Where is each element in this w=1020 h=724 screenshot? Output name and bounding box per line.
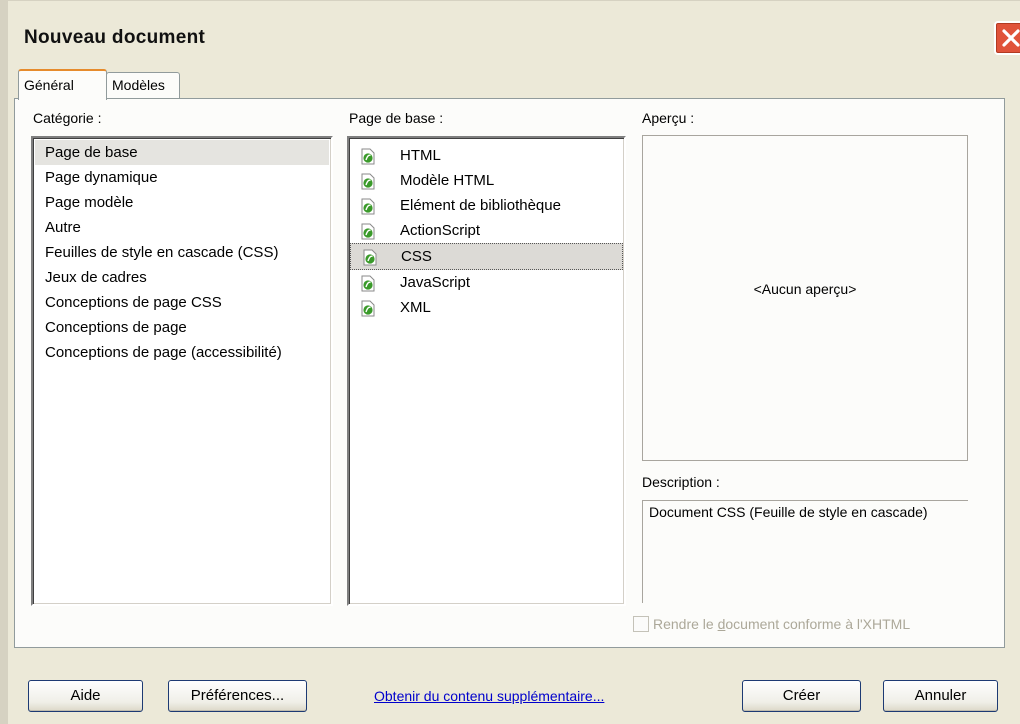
list-item[interactable]: ActionScript [349,218,624,243]
list-item[interactable]: Jeux de cadres [33,265,331,290]
file-icon [363,249,377,266]
description-box: Document CSS (Feuille de style en cascad… [642,500,968,603]
list-item[interactable]: Modèle HTML [349,168,624,193]
list-item[interactable]: Conceptions de page (accessibilité) [33,340,331,365]
more-content-link[interactable]: Obtenir du contenu supplémentaire... [374,688,604,704]
dialog-title: Nouveau document [24,27,206,48]
preview-placeholder: <Aucun aperçu> [753,281,857,297]
preferences-button[interactable]: Préférences... [168,680,307,712]
file-icon [361,148,375,165]
page-base-label: Page de base : [349,110,444,126]
list-item-label: CSS [401,248,432,265]
xhtml-checkbox-label: Rendre le document conforme à l'XHTML [653,616,910,632]
preview-label: Aperçu : [642,110,695,126]
file-icon [361,198,375,215]
xhtml-checkbox[interactable] [633,616,649,632]
xhtml-label-part: Rendre le [653,616,718,632]
list-item-label: XML [400,299,431,316]
xhtml-label-part: ocument conforme à l'XHTML [725,616,911,632]
file-icon [361,275,375,292]
list-item-label: JavaScript [400,274,471,291]
list-item[interactable]: Feuilles de style en cascade (CSS) [33,240,331,265]
list-item[interactable]: Conceptions de page [33,315,331,340]
list-item-label: Elément de bibliothèque [400,197,561,214]
list-item-label: Modèle HTML [400,172,495,189]
page-base-list[interactable]: HTML Modèle HTML Elément de bibliothèque… [347,136,626,606]
list-item-label: ActionScript [400,222,481,239]
list-item[interactable]: XML [349,295,624,320]
list-item[interactable]: HTML [349,143,624,168]
list-item[interactable]: Page dynamique [33,165,331,190]
tab-templates[interactable]: Modèles [106,72,180,98]
description-label: Description : [642,474,720,490]
list-item-label: HTML [400,147,441,164]
category-label: Catégorie : [33,110,102,126]
preview-pane: <Aucun aperçu> [642,135,968,461]
category-list[interactable]: Page de base Page dynamique Page modèle … [31,136,333,606]
cancel-button[interactable]: Annuler [883,680,998,712]
file-icon [361,223,375,240]
help-button[interactable]: Aide [28,680,143,712]
list-item[interactable]: Page de base [35,140,329,165]
list-item[interactable]: JavaScript [349,270,624,295]
close-icon [1002,29,1020,47]
list-item[interactable]: Autre [33,215,331,240]
file-icon [361,300,375,317]
list-item[interactable]: Elément de bibliothèque [349,193,624,218]
list-item[interactable]: Page modèle [33,190,331,215]
list-item[interactable]: Conceptions de page CSS [33,290,331,315]
title-bar: Nouveau document [8,1,1020,79]
tab-general[interactable]: Général [18,69,107,100]
close-button[interactable] [994,21,1020,55]
create-button[interactable]: Créer [742,680,861,712]
list-item-selected[interactable]: CSS [350,243,623,270]
file-icon [361,173,375,190]
